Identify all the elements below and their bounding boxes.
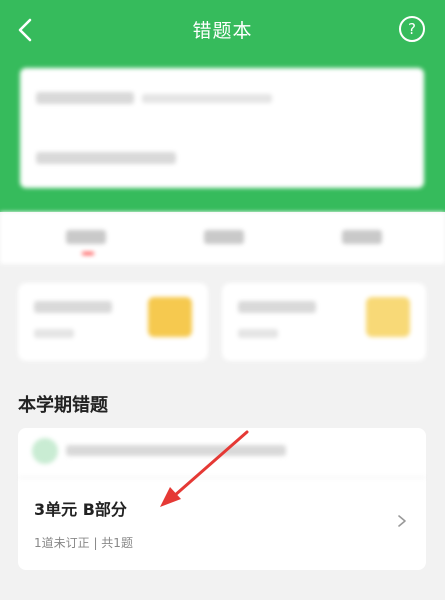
- blurred-text: [36, 152, 176, 164]
- folder-icon: [148, 297, 192, 337]
- blurred-text: [238, 329, 278, 338]
- blurred-text: [34, 301, 112, 313]
- blurred-text: [66, 445, 286, 456]
- tab-blurred[interactable]: [66, 230, 106, 244]
- subject-icon: [32, 438, 58, 464]
- page-title: 错题本: [192, 20, 253, 42]
- blurred-text: [142, 94, 272, 103]
- help-circle-icon: ?: [408, 20, 416, 38]
- help-button[interactable]: ?: [399, 16, 425, 42]
- blurred-text: [36, 92, 134, 104]
- unit-mistake-card[interactable]: 3单元 B部分 1道未订正 | 共1题: [18, 428, 426, 570]
- card-header-blurred: [18, 428, 426, 478]
- tab-blurred[interactable]: [342, 230, 382, 244]
- chevron-right-icon: [398, 515, 406, 527]
- summary-card-blurred: [20, 68, 424, 188]
- document-icon: [366, 297, 410, 337]
- stat-card-blurred[interactable]: [222, 283, 426, 361]
- top-nav-bar: 错题本 ?: [0, 0, 445, 60]
- tab-bar-blurred: [0, 212, 445, 264]
- tab-active-indicator: [82, 252, 94, 255]
- unit-title: 3单元 B部分: [34, 500, 127, 519]
- unit-meta: 1道未订正 | 共1题: [34, 536, 133, 550]
- section-title: 本学期错题: [18, 395, 108, 416]
- blurred-text: [238, 301, 316, 313]
- stat-card-blurred[interactable]: [18, 283, 208, 361]
- blurred-text: [34, 329, 74, 338]
- tab-blurred[interactable]: [204, 230, 244, 244]
